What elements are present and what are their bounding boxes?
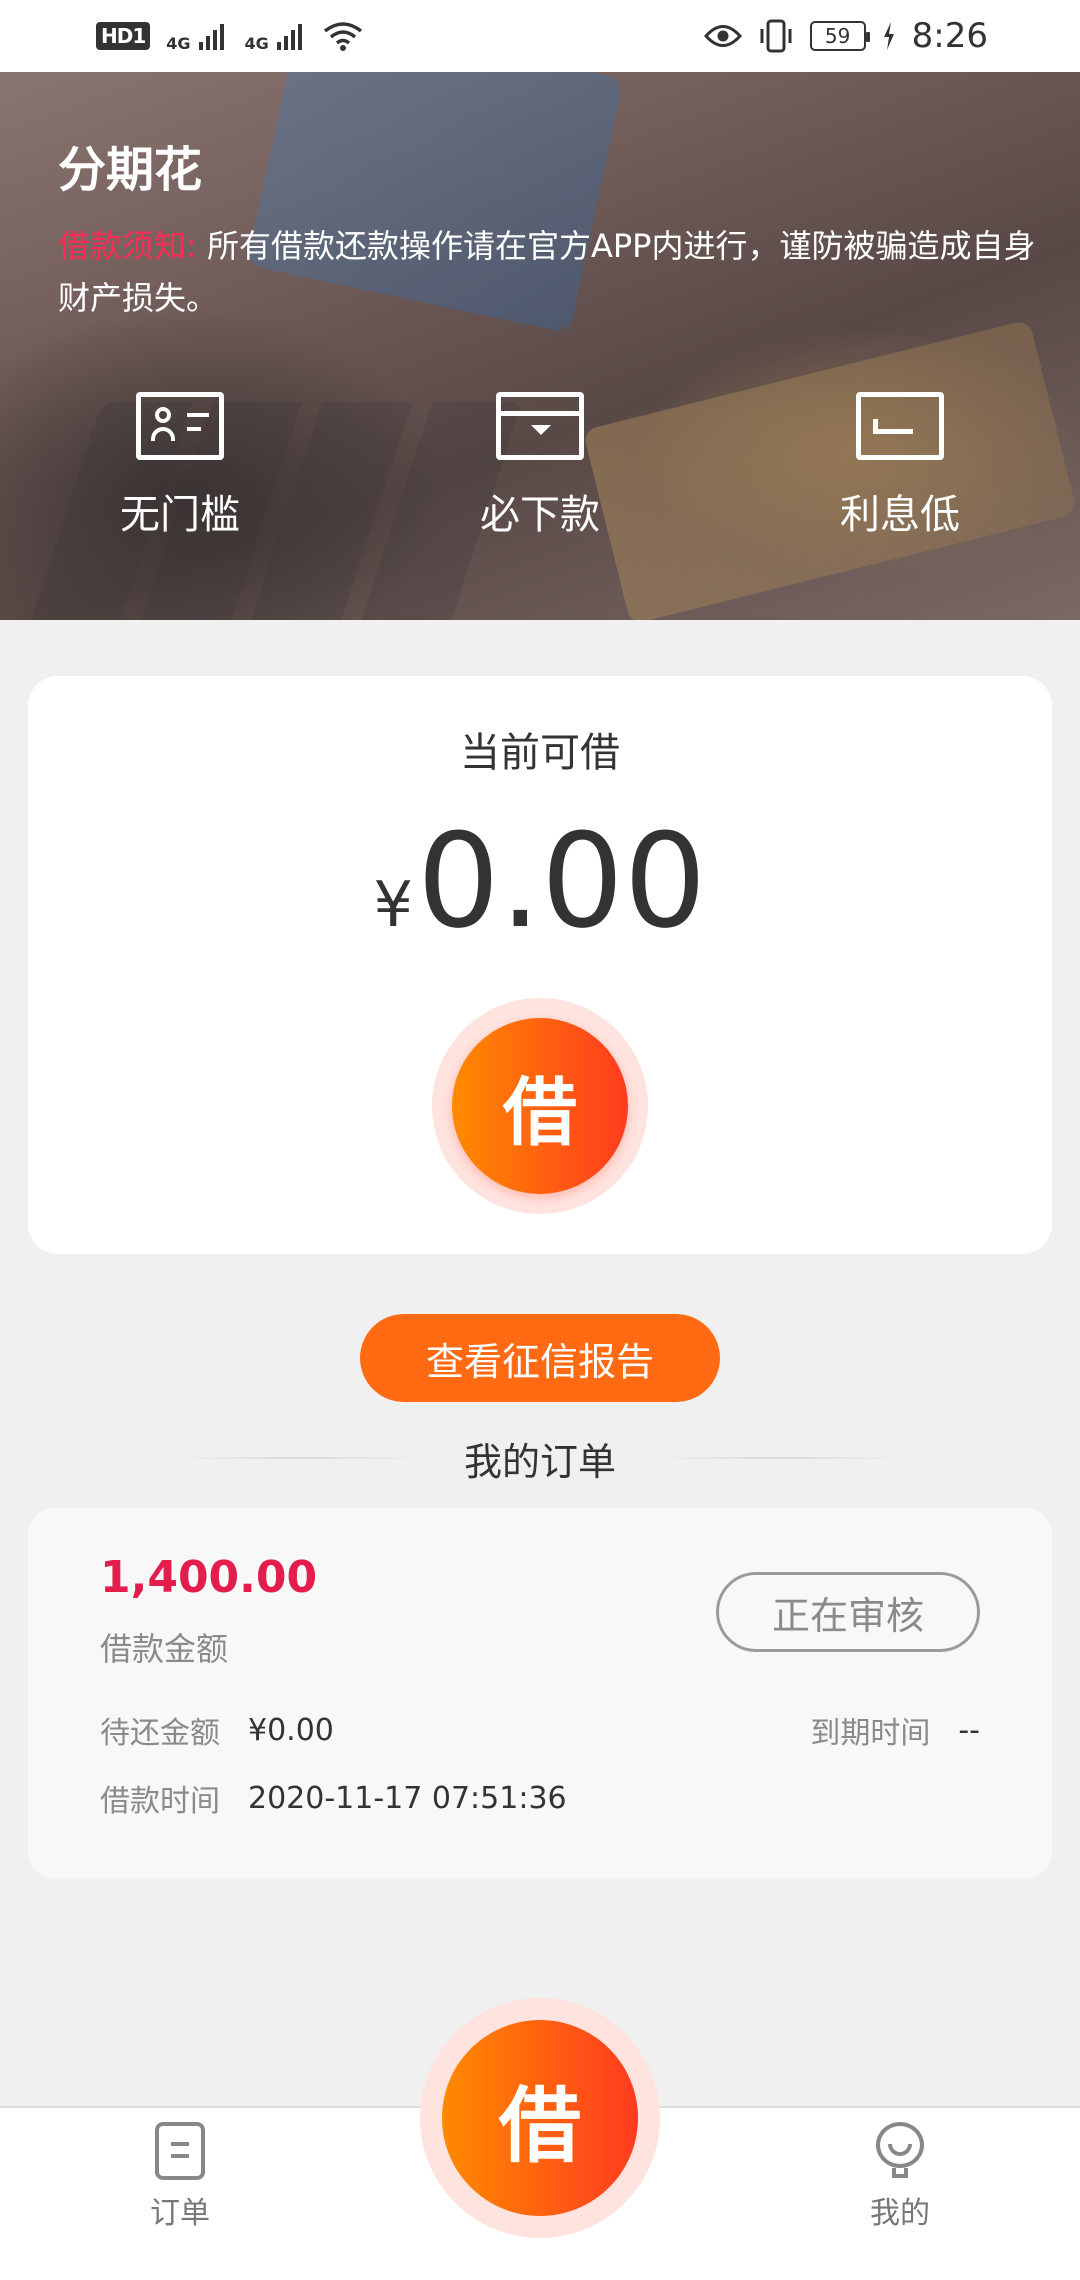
wifi-icon [323,21,363,51]
id-card-icon [136,392,224,460]
feature-label: 必下款 [480,492,600,538]
user-icon [873,2122,927,2180]
network-1-label: 4G [166,33,191,53]
hd-sub-label: 1 [132,24,146,48]
view-credit-report-button[interactable]: 查看征信报告 [360,1314,720,1402]
signal-icon [198,22,229,50]
wallet-icon [496,392,584,460]
borrow-button[interactable]: 借 [432,998,648,1214]
notice-label: 借款须知: [58,227,197,265]
nav-mine-label: 我的 [870,2196,930,2231]
card-icon [856,392,944,460]
feature-no-threshold: 无门槛 [0,392,360,540]
status-right: 59 8:26 [703,16,988,56]
due-date-row: 到期时间 -- [810,1708,980,1752]
status-left: HD1 4G 4G [96,20,363,53]
notice-text: 所有借款还款操作请在官方APP内进行，谨防被骗造成自身财产损失。 [58,227,1036,317]
hero-banner: 分期花 借款须知: 所有借款还款操作请在官方APP内进行，谨防被骗造成自身财产损… [0,72,1080,620]
currency-symbol: ¥ [373,868,413,941]
battery-icon: 59 [809,21,870,51]
loan-notice: 借款须知: 所有借款还款操作请在官方APP内进行，谨防被骗造成自身财产损失。 [58,220,1038,324]
feature-low-interest: 利息低 [720,392,1080,540]
available-credit-label: 当前可借 [460,730,620,776]
feature-list: 无门槛 必下款 利息低 [0,392,1080,540]
nav-item-orders[interactable]: 订单 [100,2122,260,2232]
order-card[interactable]: 1,400.00 借款金额 正在审核 待还金额 ¥0.00 到期时间 -- 借款… [28,1508,1052,1878]
order-amount: 1,400.00 [100,1552,318,1603]
pending-amount-row: 待还金额 ¥0.00 [100,1708,334,1752]
due-date-label: 到期时间 [810,1716,931,1751]
app-title: 分期花 [58,142,203,198]
battery-level: 59 [824,24,851,48]
clock: 8:26 [911,16,988,56]
divider [180,1457,424,1459]
hd-label: HD [101,24,133,48]
loan-time-label: 借款时间 [100,1784,220,1819]
order-amount-label: 借款金额 [100,1630,229,1668]
nav-orders-label: 订单 [150,2196,210,2231]
status-bar: HD1 4G 4G 59 8:26 [0,0,1080,72]
orders-section-header: 我的订单 [180,1428,901,1488]
nav-item-mine[interactable]: 我的 [820,2122,980,2232]
network-2-label: 4G [244,33,269,53]
pending-amount-label: 待还金额 [100,1716,220,1751]
pending-amount-value: ¥0.00 [248,1712,334,1748]
eye-icon [703,23,742,49]
available-credit-amount: ¥ 0.00 [28,816,1052,946]
signal-icon [276,22,307,50]
status-badge: 正在审核 [716,1572,980,1652]
divider [656,1457,901,1459]
due-date-value: -- [958,1712,980,1748]
feature-guaranteed: 必下款 [360,392,720,540]
loan-time-row: 借款时间 2020-11-17 07:51:36 [100,1776,567,1820]
orders-title: 我的订单 [464,1439,617,1484]
nav-borrow-button[interactable]: 借 [420,1998,660,2238]
nav-borrow-label: 借 [442,2020,638,2216]
feature-label: 无门槛 [120,492,240,538]
hd-icon: HD1 [96,22,151,50]
loan-time-value: 2020-11-17 07:51:36 [248,1780,567,1816]
borrow-button-label: 借 [452,1018,628,1194]
feature-label: 利息低 [840,492,960,538]
document-icon [155,2122,205,2180]
charging-icon [882,22,896,50]
credit-card: 当前可借 ¥ 0.00 借 [28,676,1052,1254]
vibrate-icon [758,19,794,53]
credit-value: 0.00 [417,805,707,957]
